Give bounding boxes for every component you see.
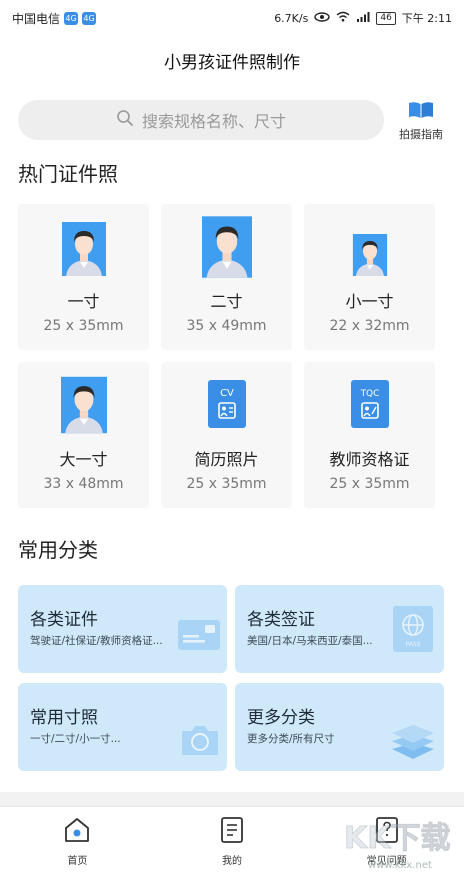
network-badge-icon: 4G xyxy=(64,11,79,25)
home-icon xyxy=(63,817,91,846)
content-divider xyxy=(0,792,464,806)
book-icon xyxy=(407,100,435,126)
hot-photo-grid: 一寸 25 x 35mm 二寸 35 x 49mm 小一寸 22 x 32mm … xyxy=(18,204,436,508)
tqc-icon-text: TQC xyxy=(359,389,379,399)
boy-portrait-icon xyxy=(352,234,388,280)
photo-spec-size: 25 x 35mm xyxy=(186,476,267,492)
status-bar: 中国电信 4G 4G 6.7K/s 46 下午 2:11 xyxy=(0,0,464,36)
passport-icon-text: PASS xyxy=(406,641,421,648)
photo-spec-name: 小一寸 xyxy=(345,292,394,311)
photo-spec-size: 25 x 35mm xyxy=(43,318,124,334)
carrier-label: 中国电信 xyxy=(12,11,61,26)
category-visas[interactable]: 各类签证 美国/日本/马来西亚/泰国... PASS xyxy=(235,585,444,673)
category-name: 各类签证 xyxy=(247,610,315,630)
photo-guide-button[interactable]: 拍摄指南 xyxy=(392,100,450,142)
status-left: 中国电信 4G 4G xyxy=(12,10,97,27)
category-name: 各类证件 xyxy=(30,610,98,630)
category-grid: 各类证件 驾驶证/社保证/教师资格证... 各类签证 美国/日本/马来西亚/泰国… xyxy=(18,585,444,771)
layers-icon xyxy=(390,721,436,765)
search-placeholder: 搜索规格名称、尺寸 xyxy=(141,112,286,131)
search-input[interactable]: 搜索规格名称、尺寸 xyxy=(18,100,384,140)
photo-spec-size: 22 x 32mm xyxy=(329,318,410,334)
category-common-sizes[interactable]: 常用寸照 一寸/二寸/小一寸... xyxy=(18,683,227,771)
photo-guide-label: 拍摄指南 xyxy=(399,128,443,141)
category-id-docs[interactable]: 各类证件 驾驶证/社保证/教师资格证... xyxy=(18,585,227,673)
category-name: 更多分类 xyxy=(247,708,315,728)
category-name: 常用寸照 xyxy=(30,708,98,728)
page-title: 小男孩证件照制作 xyxy=(164,53,300,73)
photo-spec-size: 33 x 48mm xyxy=(43,476,124,492)
watermark-url: www.kkx.net xyxy=(368,860,432,871)
tab-home-label: 首页 xyxy=(67,856,88,867)
watermark-text: KK下载 xyxy=(344,821,451,856)
photo-spec-card-teacher[interactable]: TQC 教师资格证 25 x 35mm xyxy=(304,362,435,508)
photo-spec-card-1inch[interactable]: 一寸 25 x 35mm xyxy=(18,204,149,350)
photo-spec-name: 大一寸 xyxy=(59,450,108,469)
watermark-logo: KK下载 xyxy=(344,818,462,862)
document-icon xyxy=(220,817,244,846)
eye-icon xyxy=(314,11,331,25)
status-right: 6.7K/s 46 下午 2:11 xyxy=(274,10,452,26)
category-subtitle: 更多分类/所有尺寸 xyxy=(247,733,335,745)
tab-home[interactable]: 首页 xyxy=(0,807,155,874)
hot-section-title: 热门证件照 xyxy=(18,162,118,186)
battery-icon: 46 xyxy=(376,11,396,25)
photo-spec-card-large-1inch[interactable]: 大一寸 33 x 48mm xyxy=(18,362,149,508)
boy-portrait-icon xyxy=(61,222,106,280)
boy-portrait-icon xyxy=(60,374,107,440)
photo-spec-size: 35 x 49mm xyxy=(186,318,267,334)
signal-icon xyxy=(356,11,370,25)
search-icon xyxy=(116,109,134,131)
photo-spec-card-resume[interactable]: CV 简历照片 25 x 35mm xyxy=(161,362,292,508)
camera-icon xyxy=(179,723,221,761)
photo-spec-name: 二寸 xyxy=(210,292,243,311)
tab-mine[interactable]: 我的 xyxy=(155,807,310,874)
boy-portrait-icon xyxy=(201,216,252,282)
category-subtitle: 美国/日本/马来西亚/泰国... xyxy=(247,635,373,647)
photo-spec-card-2inch[interactable]: 二寸 35 x 49mm xyxy=(161,204,292,350)
cv-icon-text: CV xyxy=(220,388,234,399)
photo-spec-name: 一寸 xyxy=(67,292,100,311)
category-section-title: 常用分类 xyxy=(18,538,98,562)
photo-spec-name: 简历照片 xyxy=(194,450,259,469)
net-speed: 6.7K/s xyxy=(274,11,309,25)
network-badge-icon: 4G xyxy=(82,11,97,25)
photo-spec-name: 教师资格证 xyxy=(329,450,410,469)
wifi-icon xyxy=(336,11,350,25)
category-subtitle: 一寸/二寸/小一寸... xyxy=(30,733,121,745)
cv-icon: CV xyxy=(207,380,246,432)
tqc-icon: TQC xyxy=(350,380,389,432)
category-more[interactable]: 更多分类 更多分类/所有尺寸 xyxy=(235,683,444,771)
category-subtitle: 驾驶证/社保证/教师资格证... xyxy=(30,635,163,647)
passport-icon: PASS xyxy=(392,605,434,657)
id-card-icon xyxy=(177,619,221,655)
photo-spec-card-small-1inch[interactable]: 小一寸 22 x 32mm xyxy=(304,204,435,350)
photo-spec-size: 25 x 35mm xyxy=(329,476,410,492)
clock: 下午 2:11 xyxy=(401,12,452,25)
tab-mine-label: 我的 xyxy=(222,856,242,867)
